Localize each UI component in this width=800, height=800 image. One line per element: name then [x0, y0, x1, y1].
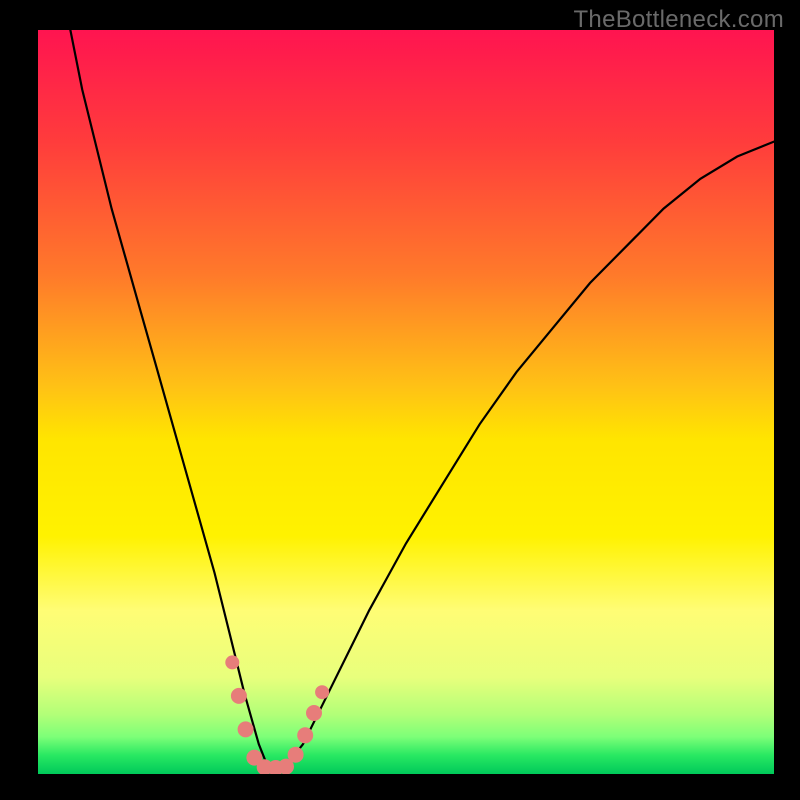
marker-dot [288, 747, 304, 763]
watermark-text: TheBottleneck.com [573, 6, 784, 34]
bottleneck-curve [67, 30, 774, 768]
marker-dot [297, 727, 313, 743]
marker-dot [315, 685, 329, 699]
marker-dot [238, 721, 254, 737]
marker-dot [225, 655, 239, 669]
marker-dot [231, 688, 247, 704]
marker-dot [306, 705, 322, 721]
chart-frame: TheBottleneck.com [0, 0, 800, 800]
chart-svg [38, 30, 774, 774]
plot-area [38, 30, 774, 774]
highlight-markers [225, 655, 329, 774]
